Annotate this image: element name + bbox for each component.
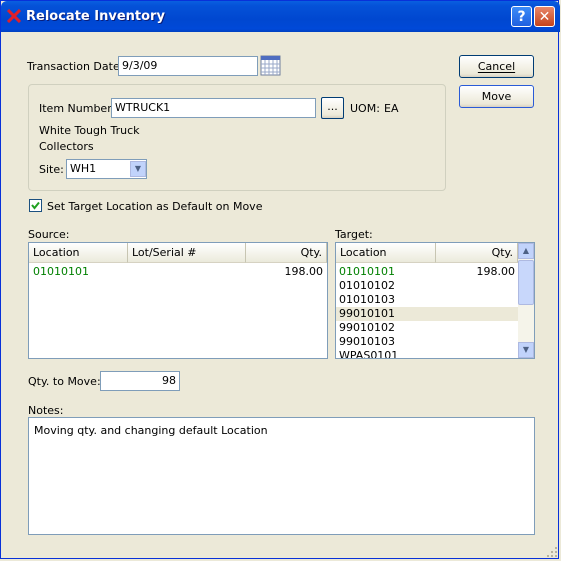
site-select-value: WH1 bbox=[70, 162, 97, 175]
target-row-location: 99010102 bbox=[339, 321, 395, 334]
cancel-button[interactable]: Cancel bbox=[459, 55, 534, 78]
uom-label: UOM: bbox=[350, 102, 380, 115]
chevron-down-icon: ▼ bbox=[522, 345, 530, 354]
source-col-location[interactable]: Location bbox=[29, 243, 128, 263]
notes-textarea[interactable]: Moving qty. and changing default Locatio… bbox=[28, 417, 535, 535]
relocate-inventory-window: Relocate Inventory ? ✕ Transaction Date:… bbox=[0, 0, 560, 559]
item-description-1: White Tough Truck bbox=[39, 124, 140, 137]
target-row-location: WPAS0101 bbox=[339, 349, 399, 359]
help-button[interactable]: ? bbox=[511, 6, 532, 27]
notes-label: Notes: bbox=[28, 404, 64, 417]
item-number-label: Item Number: bbox=[39, 102, 116, 115]
table-row[interactable]: 01010103 bbox=[336, 293, 518, 307]
qty-to-move-field[interactable]: 98 bbox=[100, 371, 180, 391]
target-row-location: 99010101 bbox=[339, 307, 395, 320]
close-icon: ✕ bbox=[538, 9, 551, 25]
table-row[interactable]: 99010103 bbox=[336, 335, 518, 349]
move-button[interactable]: Move bbox=[459, 85, 534, 108]
default-location-checkbox[interactable] bbox=[29, 199, 42, 212]
source-row-qty: 198.00 bbox=[284, 265, 324, 278]
target-row-location: 01010101 bbox=[339, 265, 395, 278]
source-col-lot-serial[interactable]: Lot/Serial # bbox=[128, 243, 246, 263]
window-title: Relocate Inventory bbox=[26, 9, 165, 24]
chevron-up-icon: ▲ bbox=[522, 246, 530, 255]
item-number-field[interactable]: WTRUCK1 bbox=[111, 98, 316, 118]
app-x-icon bbox=[7, 9, 21, 23]
resize-grip-icon[interactable] bbox=[546, 546, 558, 558]
target-label: Target: bbox=[335, 228, 373, 241]
target-row-location: 01010102 bbox=[339, 279, 395, 292]
item-description-2: Collectors bbox=[39, 140, 94, 153]
scroll-thumb[interactable] bbox=[518, 260, 534, 305]
scroll-up-button[interactable]: ▲ bbox=[518, 243, 534, 259]
target-row-location: 99010103 bbox=[339, 335, 395, 348]
target-col-location[interactable]: Location bbox=[336, 243, 436, 263]
source-row-location: 01010101 bbox=[33, 265, 89, 278]
target-table[interactable]: Location Qty. 01010101 198.00 01010102 0… bbox=[335, 242, 535, 359]
transaction-date-field[interactable]: 9/3/09 bbox=[118, 56, 258, 76]
table-row[interactable]: WPAS0101 bbox=[336, 349, 518, 359]
table-row[interactable]: 01010101 198.00 bbox=[29, 265, 327, 279]
item-lookup-button[interactable]: ... bbox=[321, 97, 344, 119]
scroll-down-button[interactable]: ▼ bbox=[518, 342, 534, 358]
cancel-button-label: Cancel bbox=[477, 60, 516, 73]
title-bar[interactable]: Relocate Inventory ? ✕ bbox=[1, 1, 560, 32]
transaction-date-label: Transaction Date: bbox=[27, 60, 124, 73]
default-location-checkbox-label[interactable]: Set Target Location as Default on Move bbox=[47, 200, 262, 213]
chevron-down-icon: ▼ bbox=[134, 164, 142, 173]
source-label: Source: bbox=[28, 228, 70, 241]
uom-value: EA bbox=[384, 102, 399, 115]
move-button-label: Move bbox=[481, 90, 512, 103]
checkmark-icon bbox=[31, 201, 40, 210]
target-scrollbar[interactable]: ▲ ▼ bbox=[518, 243, 534, 358]
close-button[interactable]: ✕ bbox=[534, 6, 555, 27]
site-dropdown-button[interactable]: ▼ bbox=[130, 161, 146, 177]
source-col-qty[interactable]: Qty. bbox=[246, 243, 327, 263]
source-table[interactable]: Location Lot/Serial # Qty. 01010101 198.… bbox=[28, 242, 328, 359]
table-row[interactable]: 01010101 198.00 bbox=[336, 265, 518, 279]
target-col-qty[interactable]: Qty. bbox=[436, 243, 518, 263]
site-label: Site: bbox=[39, 163, 64, 176]
table-row-selected[interactable]: 99010101 bbox=[336, 307, 518, 321]
qty-to-move-label: Qty. to Move: bbox=[28, 375, 101, 388]
table-row[interactable]: 01010102 bbox=[336, 279, 518, 293]
target-row-location: 01010103 bbox=[339, 293, 395, 306]
target-row-qty: 198.00 bbox=[476, 265, 516, 278]
table-row[interactable]: 99010102 bbox=[336, 321, 518, 335]
calendar-icon[interactable] bbox=[260, 55, 281, 76]
